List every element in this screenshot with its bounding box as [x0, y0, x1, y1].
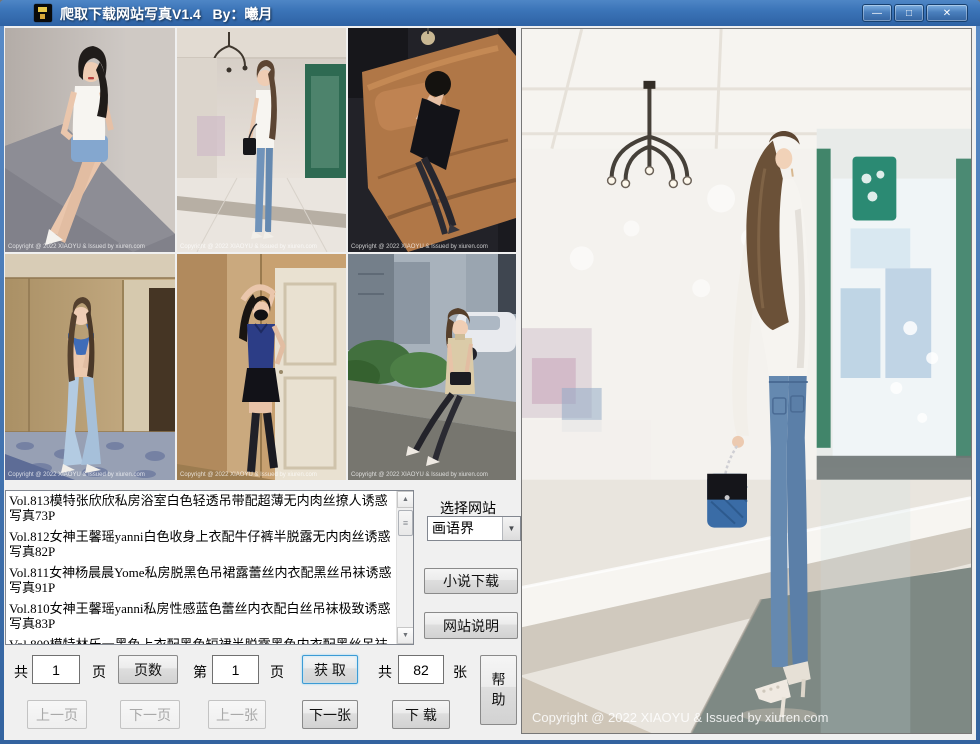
- close-button[interactable]: ✕: [926, 4, 968, 22]
- page-count-button[interactable]: 页数: [118, 655, 178, 684]
- scroll-up-icon[interactable]: ▲: [397, 491, 414, 508]
- thumbnail-1-illustration: [5, 28, 175, 252]
- thumbnail-photo-6[interactable]: Copyright @ 2022 XIAOYU & Issued by xiur…: [348, 254, 516, 480]
- thumbnail-5-illustration: [177, 254, 346, 480]
- total-images-unit-label: 张: [453, 662, 467, 682]
- app-window: 爬取下载网站写真V1.4 By：曦月 — □ ✕: [0, 0, 980, 744]
- preview-watermark: Copyright @ 2022 XIAOYU & Issued by xiur…: [532, 710, 828, 725]
- maximize-button[interactable]: □: [894, 4, 924, 22]
- thumbnail-3-illustration: [348, 28, 516, 252]
- current-page-unit-label: 页: [270, 662, 284, 682]
- scroll-thumb[interactable]: ≡: [398, 510, 413, 536]
- help-button[interactable]: 帮助: [480, 655, 517, 725]
- thumbnail-photo-1[interactable]: Copyright @ 2022 XIAOYU & Issued by xiur…: [5, 28, 175, 252]
- site-dropdown[interactable]: 画语界 ▼: [427, 516, 521, 541]
- title-bar[interactable]: 爬取下载网站写真V1.4 By：曦月 — □ ✕: [0, 0, 980, 26]
- thumbnail-photo-2[interactable]: Copyright @ 2022 XIAOYU & Issued by xiur…: [177, 28, 346, 252]
- thumbnail-4-illustration: [5, 254, 175, 480]
- album-list-items: Vol.813模特张欣欣私房浴室白色轻透吊带配超薄无内肉丝撩人诱惑写真73P V…: [9, 493, 393, 645]
- current-page-prefix-label: 第: [193, 662, 207, 682]
- client-area: Copyright @ 2022 XIAOYU & Issued by xiur…: [4, 26, 976, 740]
- novel-download-button[interactable]: 小说下载: [424, 568, 518, 594]
- total-images-prefix-label: 共: [378, 662, 392, 682]
- window-title: 爬取下载网站写真V1.4 By：曦月: [60, 4, 272, 24]
- thumbnail-2-illustration: [177, 28, 346, 252]
- total-pages-unit-label: 页: [92, 662, 106, 682]
- site-info-button[interactable]: 网站说明: [424, 612, 518, 639]
- next-image-button[interactable]: 下一张: [302, 700, 358, 729]
- preview-illustration: [522, 29, 971, 733]
- album-list[interactable]: Vol.813模特张欣欣私房浴室白色轻透吊带配超薄无内肉丝撩人诱惑写真73P V…: [5, 490, 414, 645]
- total-images-input[interactable]: [398, 655, 444, 684]
- thumbnail-3-watermark: Copyright @ 2022 XIAOYU & Issued by xiur…: [351, 244, 488, 250]
- app-icon: [34, 4, 52, 22]
- scroll-down-icon[interactable]: ▼: [397, 627, 414, 644]
- thumbnail-2-watermark: Copyright @ 2022 XIAOYU & Issued by xiur…: [180, 244, 317, 250]
- total-pages-prefix-label: 共: [14, 662, 28, 682]
- prev-page-button[interactable]: 上一页: [27, 700, 87, 729]
- thumbnail-1-watermark: Copyright @ 2022 XIAOYU & Issued by xiur…: [8, 244, 145, 250]
- list-scrollbar[interactable]: ▲ ≡ ▼: [396, 491, 413, 644]
- thumbnail-6-watermark: Copyright @ 2022 XIAOYU & Issued by xiur…: [351, 472, 488, 478]
- preview-photo: Copyright @ 2022 XIAOYU & Issued by xiur…: [521, 28, 972, 734]
- thumbnail-6-illustration: [348, 254, 516, 480]
- prev-image-button[interactable]: 上一张: [208, 700, 266, 729]
- thumbnail-photo-5[interactable]: Copyright @ 2022 XIAOYU & Issued by xiur…: [177, 254, 346, 480]
- total-pages-input[interactable]: [32, 655, 80, 684]
- list-item[interactable]: Vol.811女神杨晨晨Yome私房脱黑色吊裙露蕾丝内衣配黑丝吊袜诱惑写真91P: [9, 565, 393, 595]
- download-button[interactable]: 下 载: [392, 700, 450, 729]
- current-page-input[interactable]: [212, 655, 259, 684]
- minimize-button[interactable]: —: [862, 4, 892, 22]
- thumbnail-photo-4[interactable]: Copyright @ 2022 XIAOYU & Issued by xiur…: [5, 254, 175, 480]
- site-dropdown-value: 画语界: [428, 517, 502, 540]
- list-item[interactable]: Vol.809模特林乐一黑色上衣配黑色短裙半脱露黑色内衣配黑丝吊袜诱惑写真78P: [9, 637, 393, 645]
- chevron-down-icon[interactable]: ▼: [502, 517, 520, 540]
- list-item[interactable]: Vol.812女神王馨瑶yanni白色收身上衣配牛仔裤半脱露无内肉丝诱惑写真82…: [9, 529, 393, 559]
- fetch-button[interactable]: 获 取: [302, 655, 358, 684]
- thumbnail-4-watermark: Copyright @ 2022 XIAOYU & Issued by xiur…: [8, 472, 145, 478]
- site-selector-label: 选择网站: [440, 498, 496, 518]
- thumbnail-5-watermark: Copyright @ 2022 XIAOYU & Issued by xiur…: [180, 472, 317, 478]
- thumbnail-photo-3[interactable]: Copyright @ 2022 XIAOYU & Issued by xiur…: [348, 28, 516, 252]
- list-item[interactable]: Vol.810女神王馨瑶yanni私房性感蓝色蕾丝内衣配白丝吊袜极致诱惑写真83…: [9, 601, 393, 631]
- window-controls: — □ ✕: [862, 4, 968, 22]
- next-page-button[interactable]: 下一页: [120, 700, 180, 729]
- list-item[interactable]: Vol.813模特张欣欣私房浴室白色轻透吊带配超薄无内肉丝撩人诱惑写真73P: [9, 493, 393, 523]
